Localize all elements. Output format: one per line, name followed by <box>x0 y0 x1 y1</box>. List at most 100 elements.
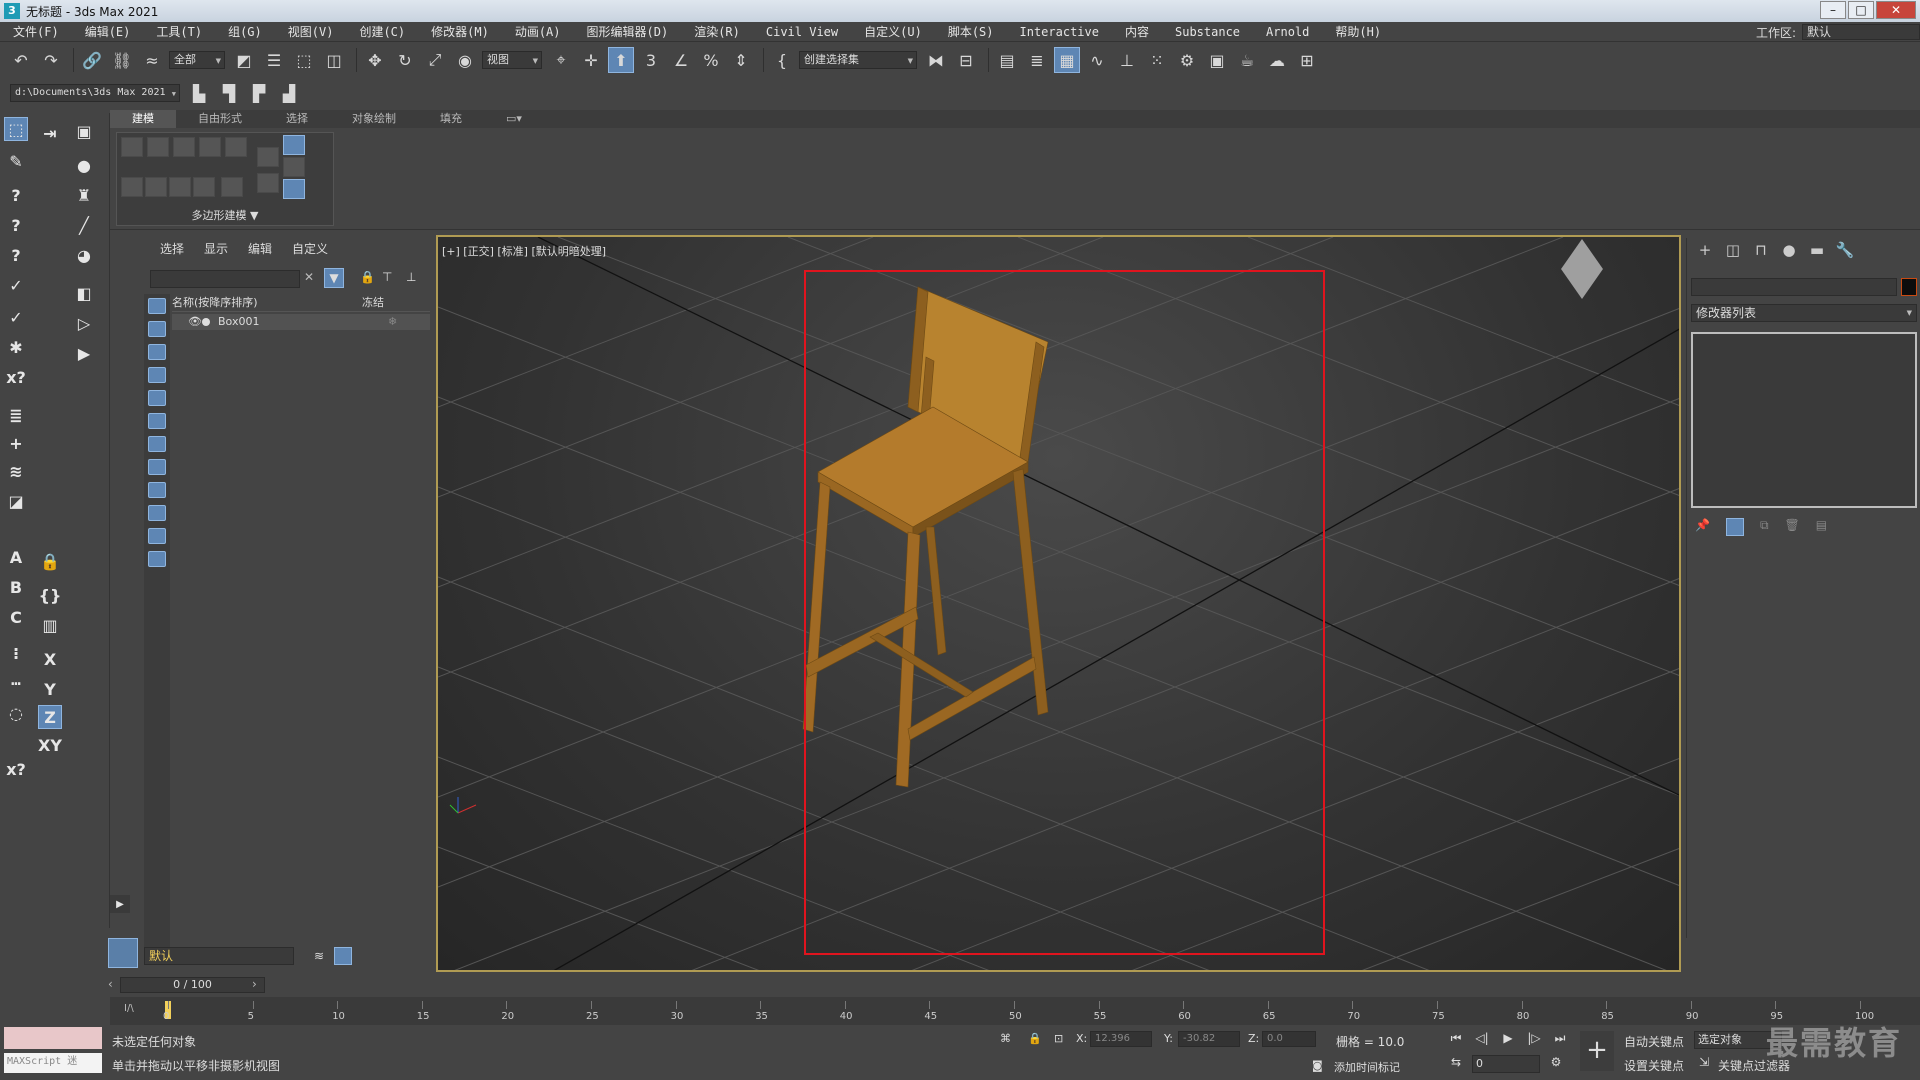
prev-frame-icon[interactable]: ‹ <box>108 977 113 991</box>
maximize-button[interactable]: □ <box>1848 1 1874 19</box>
time-slider[interactable]: ‹ 0 / 100 › <box>108 975 1920 995</box>
window-crossing-icon[interactable]: ◫ <box>321 47 347 73</box>
layer-explorer-icon[interactable]: ≣ <box>1024 47 1050 73</box>
select-object-icon[interactable]: ◩ <box>231 47 257 73</box>
ribbon-edge-icon[interactable] <box>283 157 305 177</box>
redo-icon[interactable]: ↷ <box>38 47 64 73</box>
project-open-icon[interactable]: ▛ <box>246 80 272 106</box>
curve-editor-icon[interactable]: ∿ <box>1084 47 1110 73</box>
ribbon-tool-icon[interactable] <box>257 147 279 167</box>
lock-icon[interactable]: 🔒 <box>360 270 375 284</box>
render-setup-icon[interactable]: ⚙ <box>1174 47 1200 73</box>
create-tab-icon[interactable]: + <box>1691 241 1719 259</box>
snap-icon[interactable]: ? <box>4 183 28 207</box>
isolate-icon[interactable]: ⌘ <box>1000 1032 1011 1045</box>
layer-dropdown[interactable]: 默认 <box>144 947 294 965</box>
menu-content[interactable]: 内容 <box>1112 23 1162 40</box>
brace-icon[interactable]: {} <box>38 583 62 607</box>
filter-bones-icon[interactable] <box>148 482 166 498</box>
menu-rendering[interactable]: 渲染(R) <box>681 23 753 40</box>
render-cloud-icon[interactable]: ☁ <box>1264 47 1290 73</box>
clear-search-icon[interactable]: ✕ <box>304 270 314 284</box>
menu-scripting[interactable]: 脚本(S) <box>935 23 1007 40</box>
scene-tab-customize[interactable]: 自定义 <box>292 240 328 257</box>
set-key-button[interactable]: 设置关键点 <box>1624 1057 1684 1074</box>
link-icon[interactable]: 🔗 <box>79 47 105 73</box>
grid-a-icon[interactable]: ⁝ <box>4 641 28 665</box>
column-frozen-header[interactable]: 冻结 <box>362 294 384 311</box>
next-key-icon[interactable]: |▷ <box>1524 1031 1544 1047</box>
scene-tab-edit[interactable]: 编辑 <box>248 240 272 257</box>
ribbon-tool-icon[interactable] <box>199 137 221 157</box>
text-a-icon[interactable]: A <box>4 545 28 569</box>
menu-create[interactable]: 创建(C) <box>346 23 418 40</box>
play-icon[interactable]: ▶ <box>1498 1031 1518 1047</box>
time-tag-icon[interactable]: ◙ <box>1312 1059 1323 1072</box>
goto-end-icon[interactable]: ⏭ <box>1550 1031 1570 1047</box>
display-tab-icon[interactable]: ▬ <box>1803 241 1831 259</box>
menu-edit[interactable]: 编辑(E) <box>72 23 144 40</box>
filter-hidden-icon[interactable] <box>148 551 166 567</box>
menu-arnold[interactable]: Arnold <box>1253 25 1322 39</box>
filter-spacewarps-icon[interactable] <box>148 413 166 429</box>
previous-key-icon[interactable]: ◁| <box>1472 1031 1492 1047</box>
hierarchy-icon[interactable]: ⊤ <box>382 270 392 284</box>
project-create-icon[interactable]: ▜ <box>216 80 242 106</box>
object-color-swatch[interactable] <box>1901 278 1917 296</box>
select-manipulate-icon[interactable]: ✛ <box>578 47 604 73</box>
layers-stack-icon[interactable]: ≋ <box>314 949 324 963</box>
ribbon-tool-icon[interactable] <box>169 177 191 197</box>
scale-icon[interactable]: ⤢ <box>422 47 448 73</box>
add-time-tag[interactable]: 添加时间标记 <box>1334 1059 1400 1075</box>
layers-icon[interactable]: ≣ <box>4 403 28 427</box>
lasso-icon[interactable]: ✎ <box>4 149 28 173</box>
y-coordinate-field[interactable]: -30.82 <box>1178 1031 1240 1047</box>
angle-snap-icon[interactable]: ∠ <box>668 47 694 73</box>
project-save-icon[interactable]: ▟ <box>276 80 302 106</box>
select-tool-icon[interactable]: ⬚ <box>4 117 28 141</box>
filter-helpers-icon[interactable] <box>148 390 166 406</box>
render-icon[interactable]: ▶ <box>72 341 96 365</box>
tab-freeform[interactable]: 自由形式 <box>176 110 264 128</box>
snap3-icon[interactable]: ? <box>4 243 28 267</box>
snap2-icon[interactable]: ? <box>4 213 28 237</box>
scene-tab-display[interactable]: 显示 <box>204 240 228 257</box>
ribbon-options-icon[interactable]: ▭▾ <box>484 110 544 128</box>
show-end-result-icon[interactable] <box>1725 518 1744 536</box>
rect-selection-icon[interactable]: ⬚ <box>291 47 317 73</box>
hierarchy-tab-icon[interactable]: ⊓ <box>1747 241 1775 259</box>
stack-icon[interactable]: ≋ <box>4 459 28 483</box>
snaps-toggle-icon[interactable]: 3 <box>638 47 664 73</box>
x-coordinate-field[interactable]: 12.396 <box>1090 1031 1152 1047</box>
pen-icon[interactable]: ✓ <box>4 305 28 329</box>
visibility-eye-icon[interactable]: 👁 <box>188 314 202 330</box>
goto-start-icon[interactable]: ⏮ <box>1446 1031 1466 1047</box>
tab-object-paint[interactable]: 对象绘制 <box>330 110 418 128</box>
tab-populate[interactable]: 填充 <box>418 110 484 128</box>
rotate-icon[interactable]: ↻ <box>392 47 418 73</box>
xy-snap2-icon[interactable]: x? <box>4 757 28 781</box>
time-config-icon[interactable]: ⚙ <box>1546 1055 1566 1071</box>
paint-icon[interactable]: ● <box>72 153 96 177</box>
ribbon-face-icon[interactable] <box>283 179 305 199</box>
x-axis-icon[interactable]: X <box>38 647 62 671</box>
filter-geometry-icon[interactable] <box>148 298 166 314</box>
scene-tab-select[interactable]: 选择 <box>160 240 184 257</box>
menu-graph-editors[interactable]: 图形编辑器(D) <box>574 23 682 40</box>
close-button[interactable]: ✕ <box>1876 1 1916 19</box>
ribbon-vertex-icon[interactable] <box>283 135 305 155</box>
edit-named-selection-icon[interactable]: { <box>769 47 795 73</box>
layer-manager-icon[interactable] <box>334 947 353 965</box>
shirt-icon[interactable]: ♜ <box>72 183 96 207</box>
lock-selection-icon[interactable]: 🔒 <box>1028 1032 1042 1045</box>
menu-help[interactable]: 帮助(H) <box>1322 23 1394 40</box>
filter-icon[interactable]: ▼ <box>324 268 344 288</box>
absolute-mode-icon[interactable]: ⊡ <box>1054 1032 1063 1045</box>
percent-snap-icon[interactable]: % <box>698 47 724 73</box>
text-b-icon[interactable]: B <box>4 575 28 599</box>
modifier-list-dropdown[interactable]: 修改器列表 <box>1691 304 1917 322</box>
render-production-icon[interactable]: ☕ <box>1234 47 1260 73</box>
dash-icon[interactable]: ┅ <box>4 671 28 695</box>
filter-frozen-icon[interactable] <box>148 528 166 544</box>
menu-substance[interactable]: Substance <box>1162 25 1253 39</box>
